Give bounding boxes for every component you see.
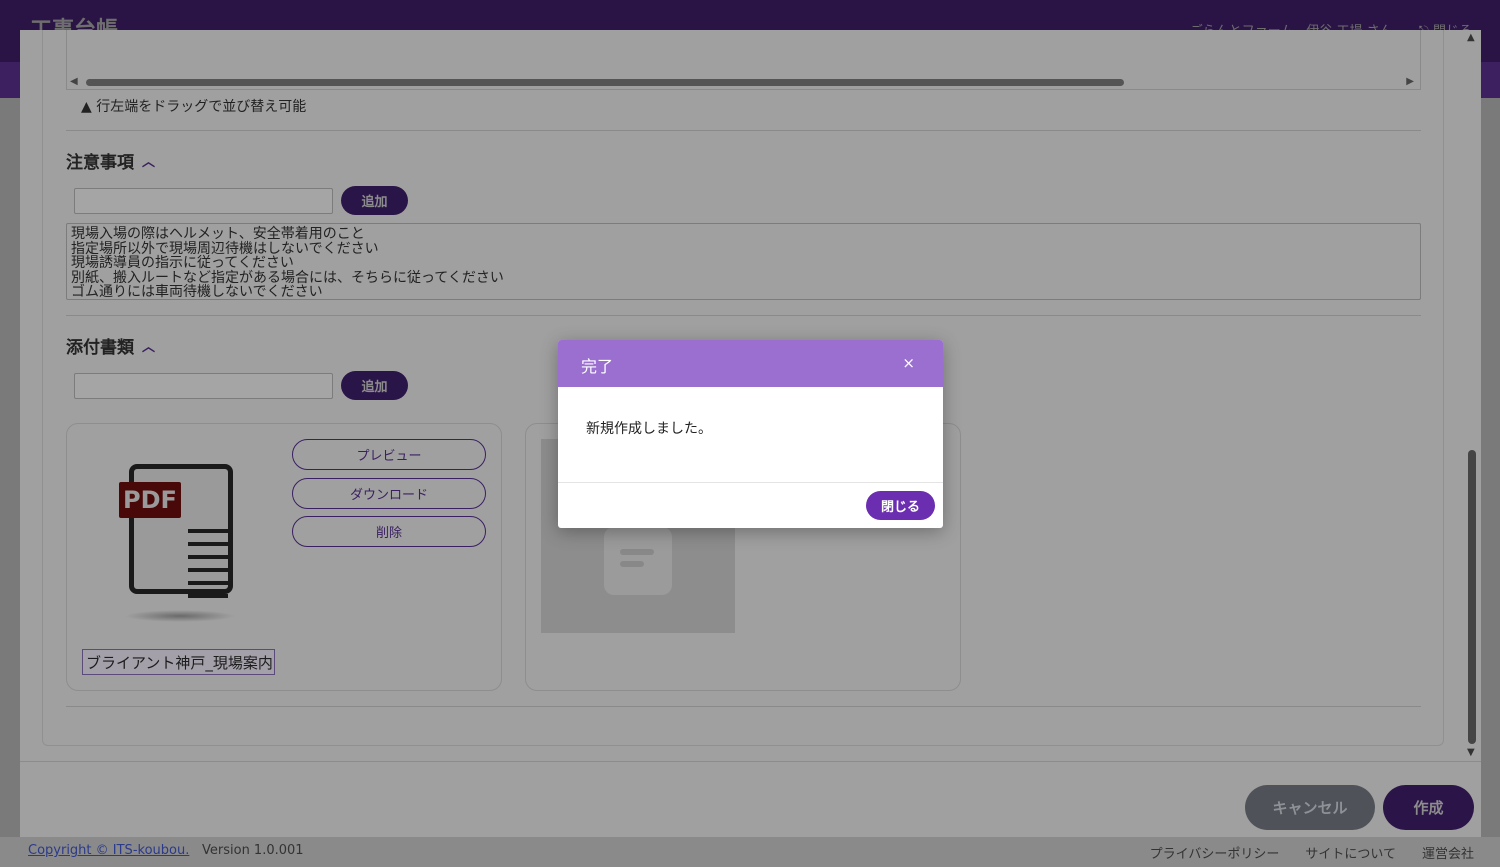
pdf-thumbnail: PDF bbox=[85, 442, 275, 632]
dialog-title: 完了 bbox=[581, 357, 614, 376]
dialog-message: 新規作成しました。 bbox=[586, 421, 712, 437]
attachments-section-title[interactable]: 添付書類 ︿ bbox=[66, 333, 155, 358]
version-label: Version 1.0.001 bbox=[202, 843, 304, 858]
drag-reorder-note: ▲ 行左端をドラッグで並び替え可能 bbox=[81, 99, 307, 115]
scroll-up-icon[interactable]: ▲ bbox=[1467, 32, 1475, 43]
section-divider bbox=[66, 706, 1421, 707]
notes-input[interactable] bbox=[74, 188, 333, 214]
dialog-header: 完了 × bbox=[558, 340, 943, 387]
attachment-card: PDF プレビュー ダウンロード 削除 ブライアント神戸_現場案内 bbox=[66, 423, 502, 691]
create-button[interactable]: 作成 bbox=[1383, 785, 1474, 830]
dialog-close-button[interactable]: 閉じる bbox=[866, 491, 935, 520]
download-button[interactable]: ダウンロード bbox=[292, 478, 486, 509]
attachments-input[interactable] bbox=[74, 373, 333, 399]
vertical-scrollbar[interactable]: ▲ ▼ bbox=[1465, 30, 1479, 762]
notes-textarea[interactable]: 現場入場の際はヘルメット、安全帯着用のこと 指定場所以外で現場周辺待機はしないで… bbox=[66, 223, 1421, 300]
close-icon[interactable]: × bbox=[902, 354, 915, 372]
notes-line: 現場誘導員の指示に従ってください bbox=[71, 255, 294, 271]
horizontal-scrollbar[interactable]: ◀ ▶ bbox=[68, 76, 1418, 88]
attachments-add-button[interactable]: 追加 bbox=[341, 371, 408, 400]
scroll-right-icon[interactable]: ▶ bbox=[1406, 76, 1414, 87]
section-divider bbox=[66, 130, 1421, 131]
document-name-field[interactable]: ブライアント神戸_現場案内 bbox=[82, 649, 275, 675]
operator-link[interactable]: 運営会社 bbox=[1422, 843, 1474, 862]
dialog-divider bbox=[558, 482, 943, 483]
notes-line: 現場入場の際はヘルメット、安全帯着用のこと bbox=[71, 226, 365, 242]
attachments-title-label: 添付書類 bbox=[66, 338, 134, 358]
notes-line: 別紙、搬入ルートなど指定がある場合には、そちらに従ってください bbox=[71, 269, 504, 286]
completion-dialog: 完了 × 新規作成しました。 閉じる bbox=[558, 340, 943, 528]
scroll-down-icon[interactable]: ▼ bbox=[1467, 747, 1475, 758]
notes-line: 指定場所以外で現場周辺待機はしないでください bbox=[71, 240, 379, 257]
cancel-button[interactable]: キャンセル bbox=[1245, 785, 1375, 830]
notes-section-title[interactable]: 注意事項 ︿ bbox=[66, 148, 155, 173]
horizontal-scroll-thumb[interactable] bbox=[86, 79, 1124, 86]
chevron-up-icon[interactable]: ︿ bbox=[142, 336, 155, 355]
section-divider bbox=[66, 315, 1421, 316]
app-footer: Copyright © ITS-koubou. Version 1.0.001 … bbox=[0, 837, 1500, 867]
document-placeholder-icon bbox=[604, 527, 672, 595]
delete-button[interactable]: 削除 bbox=[292, 516, 486, 547]
copyright-link[interactable]: Copyright © ITS-koubou. bbox=[28, 843, 189, 858]
footer-divider bbox=[20, 761, 1481, 762]
footer-links: プライバシーポリシー サイトについて 運営会社 bbox=[1150, 843, 1474, 862]
chevron-up-icon[interactable]: ︿ bbox=[142, 151, 155, 170]
vertical-scroll-thumb[interactable] bbox=[1468, 450, 1476, 744]
notes-line: ゴム通りには車両待機しないでください bbox=[71, 284, 323, 300]
preview-button[interactable]: プレビュー bbox=[292, 439, 486, 470]
pdf-badge: PDF bbox=[119, 482, 181, 518]
notes-add-button[interactable]: 追加 bbox=[341, 186, 408, 215]
scroll-left-icon[interactable]: ◀ bbox=[70, 76, 78, 87]
notes-title-label: 注意事項 bbox=[66, 153, 134, 173]
privacy-policy-link[interactable]: プライバシーポリシー bbox=[1150, 843, 1280, 862]
about-site-link[interactable]: サイトについて bbox=[1305, 843, 1396, 862]
